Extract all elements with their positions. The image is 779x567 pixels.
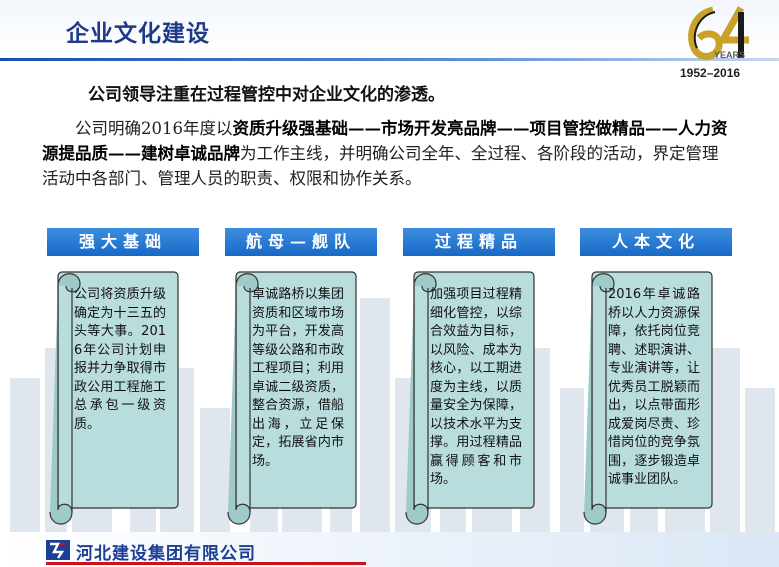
paragraph-part-1: 公司明确2016年度以: [75, 119, 233, 138]
company-logo-icon: [46, 540, 70, 560]
column-head-people-culture: 人本文化: [580, 228, 732, 256]
column-head-strong-foundation: 强大基础: [47, 228, 199, 256]
scroll-text-1: 公司将资质升级确定为十三五的头等大事。2016年公司计划申报并力争取得市政公用工…: [74, 287, 166, 432]
scroll-text-3: 加强项目过程精细化管控，以综合效益为目标，以风险、成本为核心，以工期进度为主线，…: [430, 287, 522, 487]
column-head-process-quality: 过程精品: [403, 228, 555, 256]
company-name: 河北建设集团有限公司: [76, 544, 256, 564]
column-head-carrier-fleet: 航母—舰队: [225, 228, 377, 256]
scroll-card-2: 卓诚路桥以集团资质和区域市场为平台，开发高等级公路和市政工程项目；利用卓诚二级资…: [222, 266, 360, 528]
footer-red-bar: [46, 562, 366, 565]
header-divider: [0, 58, 779, 61]
page-title: 企业文化建设: [66, 20, 210, 47]
years-label: YEARS: [714, 50, 746, 60]
scroll-text-4: 2016年卓诚路桥以人力资源保障，依托岗位竞聘、述职演讲、专业演讲等，让优秀员工…: [608, 287, 700, 487]
scroll-card-1: 公司将资质升级确定为十三五的头等大事。2016年公司计划申报并力争取得市政公用工…: [44, 266, 182, 528]
years-range: 1952–2016: [680, 66, 741, 80]
scroll-card-4: 2016年卓诚路桥以人力资源保障，依托岗位竞聘、述职演讲、专业演讲等，让优秀员工…: [578, 266, 716, 528]
scroll-text-2: 卓诚路桥以集团资质和区域市场为平台，开发高等级公路和市政工程项目；利用卓诚二级资…: [252, 287, 344, 469]
intro-sentence: 公司领导注重在过程管控中对企业文化的渗透。: [88, 85, 445, 105]
scroll-card-3: 加强项目过程精细化管控，以综合效益为目标，以风险、成本为核心，以工期进度为主线，…: [400, 266, 538, 528]
main-paragraph: 公司明确2016年度以资质升级强基础——市场开发亮品牌——项目管控做精品——人力…: [42, 116, 732, 191]
